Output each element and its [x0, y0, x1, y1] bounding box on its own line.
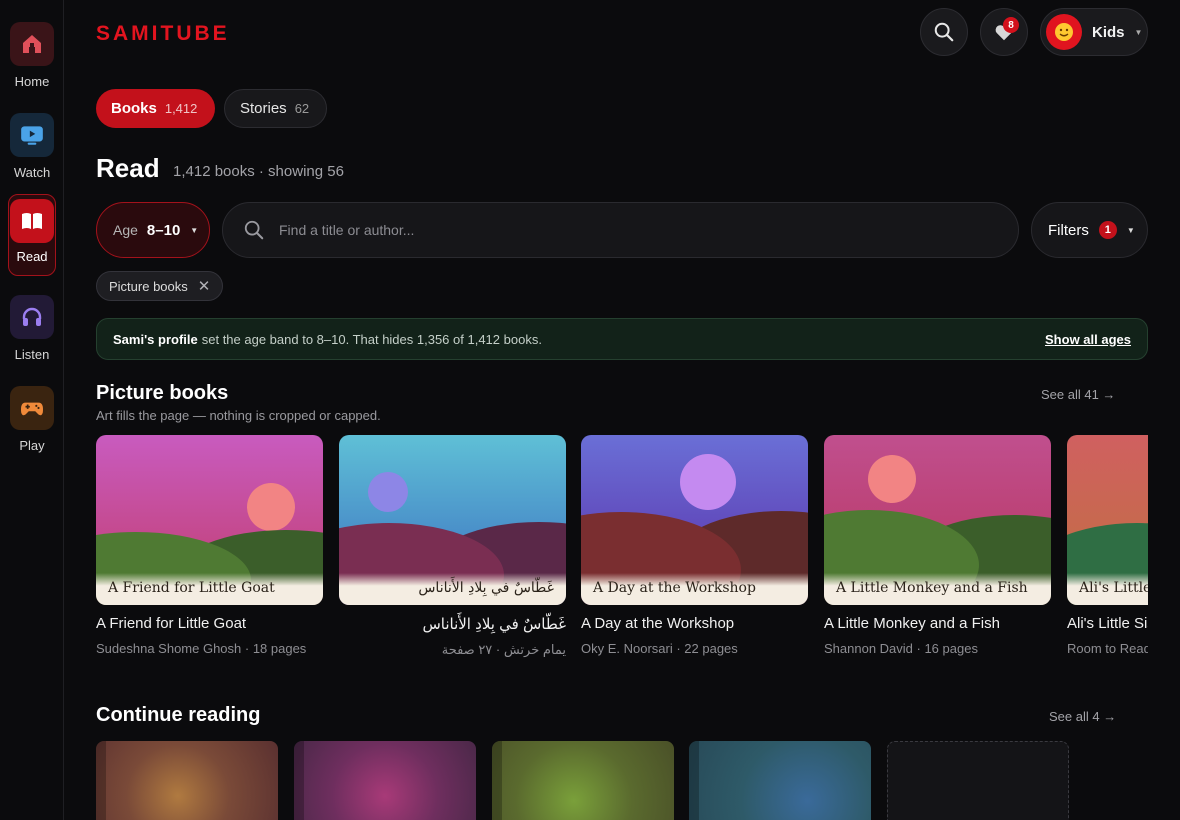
app-logo[interactable]: SAMITUBE [96, 22, 230, 46]
cover-title: A Friend for Little Goat [108, 580, 275, 596]
picture-books-row: A Friend for Little Goat A Friend for Li… [96, 435, 1148, 675]
notice-text: set the age band to 8–10. That hides 1,3… [201, 331, 542, 347]
tab-label: Stories [240, 100, 287, 117]
listen-tile [10, 295, 54, 339]
profile-name: Kids [1092, 23, 1125, 41]
sidebar-item-listen[interactable]: Listen [8, 295, 56, 362]
show-all-ages-link[interactable]: Show all ages [1045, 332, 1131, 347]
sidebar-item-home[interactable]: Home [8, 22, 56, 89]
play-tile [10, 386, 54, 430]
cover-title: Ali's Little Sister [1079, 580, 1148, 596]
cover-title: غَطّاسٌ في بِلادِ الأَناناس [418, 580, 554, 596]
tab-books[interactable]: Books 1,412 [96, 89, 215, 128]
tab-label: Books [111, 100, 157, 117]
sidebar-label: Home [14, 74, 50, 89]
book-title: A Friend for Little Goat [96, 615, 247, 632]
read-tile [10, 199, 54, 243]
book-meta: Room to Read [1067, 641, 1148, 656]
profile-switcher[interactable]: Kids ▼ [1040, 8, 1148, 56]
home-tile [10, 22, 54, 66]
section-subtitle: Art fills the page — nothing is cropped … [96, 408, 381, 423]
home-icon [23, 35, 41, 53]
book-meta: Shannon David · 16 pages [824, 641, 978, 656]
tab-count: 62 [294, 101, 310, 116]
sidebar: Home Watch Read Listen Play [0, 0, 64, 820]
headphones-icon [22, 307, 42, 326]
book-cover: Ali's Little Sister [1067, 435, 1148, 605]
page-title: Read [96, 153, 160, 183]
chip-label: Picture books [109, 278, 188, 294]
book-meta: يمام خرتش · ٢٧ صفحة [441, 642, 566, 657]
filters-count-badge: 1 [1098, 221, 1117, 239]
cover-title: A Little Monkey and a Fish [836, 580, 1028, 596]
tv-icon [21, 126, 43, 145]
search-field[interactable] [222, 202, 1019, 258]
book-cover: A Day at the Workshop [581, 435, 808, 605]
book-title: A Day at the Workshop [581, 615, 735, 632]
sidebar-item-read[interactable]: Read [8, 194, 56, 276]
see-all-continue-reading-link[interactable]: See all 4 → [1049, 709, 1116, 724]
book-icon [22, 213, 42, 229]
close-icon[interactable]: ✕ [198, 277, 211, 295]
age-label: Age [113, 222, 138, 238]
book-card[interactable]: غَطّاسٌ في بِلادِ الأَناناس غَطّاسٌ في ب… [339, 435, 566, 658]
search-button[interactable] [920, 8, 968, 56]
gamepad-icon [20, 402, 44, 416]
favorites-badge: 8 [1003, 17, 1019, 33]
sidebar-label: Watch [13, 165, 51, 180]
sidebar-item-watch[interactable]: Watch [8, 113, 56, 180]
sidebar-label: Read [16, 249, 48, 264]
section-title-continue-reading: Continue reading [96, 704, 261, 726]
search-icon [244, 220, 264, 240]
filters-label: Filters [1048, 221, 1089, 239]
page-subtitle: 1,412 books · showing 56 [173, 163, 344, 180]
book-card[interactable]: Ali's Little Sister Ali's Little Sister … [1067, 435, 1148, 656]
cover-title: A Day at the Workshop [593, 580, 756, 596]
book-card[interactable]: A Little Monkey and a Fish A Little Monk… [824, 435, 1051, 656]
book-title: غَطّاسٌ في بِلادِ الأَناناس [422, 616, 566, 633]
book-card[interactable]: A Day at the Workshop A Day at the Works… [581, 435, 808, 656]
book-meta: Oky E. Noorsari · 22 pages [581, 641, 738, 656]
watch-tile [10, 113, 54, 157]
avatar [1046, 14, 1082, 50]
filter-chip-picture-books[interactable]: Picture books ✕ [96, 271, 224, 301]
favorites-button[interactable]: 8 [980, 8, 1028, 56]
book-title: Ali's Little Sister [1067, 615, 1148, 632]
book-meta: Sudeshna Shome Ghosh · 18 pages [96, 641, 307, 656]
continue-book-card[interactable] [689, 741, 871, 820]
age-notice: Sami's profile set the age band to 8–10.… [96, 318, 1148, 360]
see-all-picture-books-link[interactable]: See all 41 → [1041, 387, 1115, 402]
chevron-down-icon: ▼ [1134, 27, 1143, 37]
smiley-icon [1055, 23, 1073, 41]
tab-stories[interactable]: Stories 62 [224, 89, 327, 128]
chevron-down-icon: ▼ [1126, 225, 1135, 235]
section-title-picture-books: Picture books [96, 382, 229, 404]
continue-placeholder-card [887, 741, 1069, 820]
age-select[interactable]: Age 8–10 ▼ [96, 202, 210, 258]
book-cover: A Little Monkey and a Fish [824, 435, 1051, 605]
notice-profile: Sami's profile [113, 331, 198, 347]
book-cover: غَطّاسٌ في بِلادِ الأَناناس [339, 435, 566, 605]
sidebar-label: Play [19, 438, 45, 453]
book-title: A Little Monkey and a Fish [824, 615, 1000, 632]
filters-button[interactable]: Filters 1 ▼ [1031, 202, 1148, 258]
continue-book-card[interactable] [96, 741, 278, 820]
continue-book-card[interactable] [294, 741, 476, 820]
search-icon [934, 22, 954, 42]
sidebar-label: Listen [14, 347, 50, 362]
continue-book-card[interactable] [492, 741, 674, 820]
age-value: 8–10 [146, 221, 181, 239]
chevron-down-icon: ▼ [190, 225, 199, 235]
search-input[interactable] [279, 222, 959, 238]
book-card[interactable]: A Friend for Little Goat A Friend for Li… [96, 435, 323, 656]
sidebar-item-play[interactable]: Play [8, 386, 56, 453]
book-cover: A Friend for Little Goat [96, 435, 323, 605]
tab-count: 1,412 [164, 101, 198, 116]
